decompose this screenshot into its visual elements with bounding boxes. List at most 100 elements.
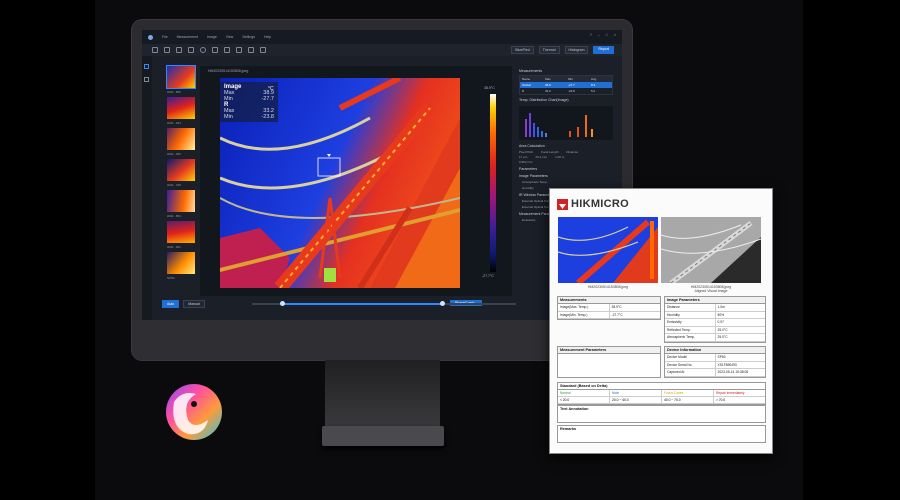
- temperature-color-bar[interactable]: [490, 94, 496, 272]
- cell: Image(Min. Temp.): [558, 311, 610, 318]
- cell: Distance: [665, 304, 716, 311]
- area-col: Pixel Pitch: [519, 150, 534, 154]
- table-row: Atmospheric Temp. 25.0°C: [665, 334, 765, 342]
- image-parameters-title[interactable]: Image Parameters: [519, 174, 616, 178]
- fusion-icon[interactable]: [260, 47, 266, 53]
- manual-button[interactable]: Manual: [183, 300, 205, 308]
- thermal-image[interactable]: Image °C Max 38.9 Min -27.7 R Max 33.2 Min -…: [220, 78, 460, 288]
- mode-select[interactable]: Thermal: [538, 46, 560, 54]
- cell: 25.0°C: [717, 335, 728, 339]
- delete-icon[interactable]: [236, 47, 242, 53]
- report-button[interactable]: Report: [593, 46, 614, 54]
- cell: Emissivity: [665, 319, 716, 326]
- histogram-bar: [537, 127, 539, 137]
- thumbnail[interactable]: HM2...804: [167, 190, 195, 218]
- table-row[interactable]: R 33.2 -23.8 5.0: [520, 88, 612, 94]
- histogram-bar: [585, 115, 587, 137]
- cell: Device Serial No.: [665, 361, 716, 368]
- point-tool-icon[interactable]: [164, 47, 170, 53]
- thumbnail[interactable]: HM2...238: [167, 159, 195, 187]
- meas-params-heading: Measurement Parameters: [558, 347, 660, 354]
- cell: 5.0: [591, 89, 596, 93]
- palette-select[interactable]: Blue/Red: [511, 46, 534, 54]
- image-icon[interactable]: [248, 47, 254, 53]
- rectangle-tool-icon[interactable]: [188, 47, 194, 53]
- circle-tool-icon[interactable]: [200, 47, 206, 53]
- measurements-table: Name Max Min Avg. Global 38.9 -27.7 8.3 …: [519, 75, 613, 95]
- monitor-foot: [322, 426, 444, 446]
- focal-length-value[interactable]: 26.2 mm: [535, 155, 547, 159]
- menu-image[interactable]: Image: [207, 35, 217, 39]
- toolbar: Blue/Red Thermal Histogram Report: [142, 44, 622, 56]
- area-col: Distance: [566, 150, 579, 154]
- cell: -27.7°C: [611, 312, 623, 317]
- pixel-pitch-value[interactable]: 17 μm: [519, 155, 527, 159]
- text-tool-icon[interactable]: [224, 47, 230, 53]
- parameters-title: Parameters: [519, 167, 538, 171]
- cell: 50%: [717, 312, 725, 317]
- thumbnail-label: HM2...001: [167, 245, 181, 249]
- thermal-image-caption: HM20230514153808.jpeg: [587, 285, 629, 289]
- range-slider-max-handle[interactable]: [440, 301, 445, 306]
- folder-icon[interactable]: [144, 77, 149, 82]
- overlay-rmin-label: Min: [224, 114, 233, 120]
- scale-max: 38.9°C: [484, 86, 495, 90]
- temperature-histogram: [519, 106, 613, 140]
- menu-view[interactable]: View: [226, 35, 234, 39]
- cell: Reflected Temp.: [665, 326, 716, 333]
- cell: Captured At: [665, 369, 716, 376]
- polygon-tool-icon[interactable]: [212, 47, 218, 53]
- remarks-heading: Remarks: [560, 427, 577, 431]
- line-tool-icon[interactable]: [176, 47, 182, 53]
- histogram-bar: [545, 133, 547, 137]
- cell: Device Model: [665, 354, 716, 361]
- help-icon[interactable]: ?: [590, 33, 592, 37]
- maximize-icon[interactable]: □: [606, 33, 608, 37]
- menu-settings[interactable]: Settings: [242, 35, 255, 39]
- thumbnail-label: SP60...: [167, 276, 177, 280]
- text-annotation-heading: Text Annotation: [560, 407, 589, 411]
- area-result: 0.953 cm²: [519, 160, 533, 164]
- cell: Note: [610, 390, 662, 396]
- open-icon[interactable]: [152, 47, 158, 53]
- table-row: Device Serial No. XS1F890493: [665, 361, 765, 369]
- image-filename: HM20230514153808.jpeg: [208, 69, 249, 73]
- standard-heading: Standard (Based on Delta): [558, 383, 765, 390]
- thumbnail[interactable]: HM2...859: [166, 65, 196, 94]
- thumbnail-label: HM2...065: [167, 152, 181, 156]
- overlay-min: -27.7: [261, 96, 274, 102]
- auto-button[interactable]: Auto: [162, 300, 180, 308]
- image-params-heading: Image Parameters: [665, 297, 765, 304]
- title-bar: File Measurement Image View Settings Hel…: [142, 30, 622, 44]
- report-visual-image: [661, 217, 761, 283]
- table-row: Normal Note Focus Cases Repair Immediate…: [558, 390, 765, 397]
- gallery-icon[interactable]: [144, 64, 149, 69]
- menu-help[interactable]: Help: [264, 35, 271, 39]
- cell: Repair Immediately: [716, 391, 745, 395]
- menu-file[interactable]: File: [162, 35, 168, 39]
- table-row: Captured At 2023-05-14 15:38:08: [665, 369, 765, 377]
- thumbnail[interactable]: HM2...001: [167, 221, 195, 249]
- cell: -27.7: [568, 83, 575, 87]
- brand-name: HIKMICRO: [571, 198, 630, 210]
- thumbnail-label: HM2...238: [167, 183, 181, 187]
- cell: 40.0 ~ 70.0: [662, 397, 714, 403]
- distance-value[interactable]: 1.00 m: [555, 155, 564, 159]
- measurements-title: Measurements: [519, 69, 543, 73]
- col-name: Name: [522, 77, 531, 81]
- thumbnail[interactable]: HM2...065: [167, 128, 195, 156]
- thumbnail[interactable]: SP60...: [167, 252, 195, 280]
- report-document: HIKMICRO HM20230514153808.jpeg HM2023051…: [550, 189, 772, 453]
- menu-measurement[interactable]: Measurement: [177, 35, 198, 39]
- cell: Global: [522, 83, 531, 87]
- table-row: Reflected Temp. 25.0°C: [665, 326, 765, 334]
- range-slider-min-handle[interactable]: [280, 301, 285, 306]
- thumbnail[interactable]: HM2...934: [167, 97, 195, 125]
- close-icon[interactable]: ×: [614, 33, 616, 37]
- histogram-bar: [529, 113, 531, 137]
- minimize-icon[interactable]: –: [598, 33, 600, 37]
- col-avg: Avg.: [591, 77, 597, 81]
- histogram-select[interactable]: Histogram: [564, 46, 589, 54]
- overlay-unit: °C: [268, 86, 274, 92]
- cell: 25.0°C: [717, 327, 728, 332]
